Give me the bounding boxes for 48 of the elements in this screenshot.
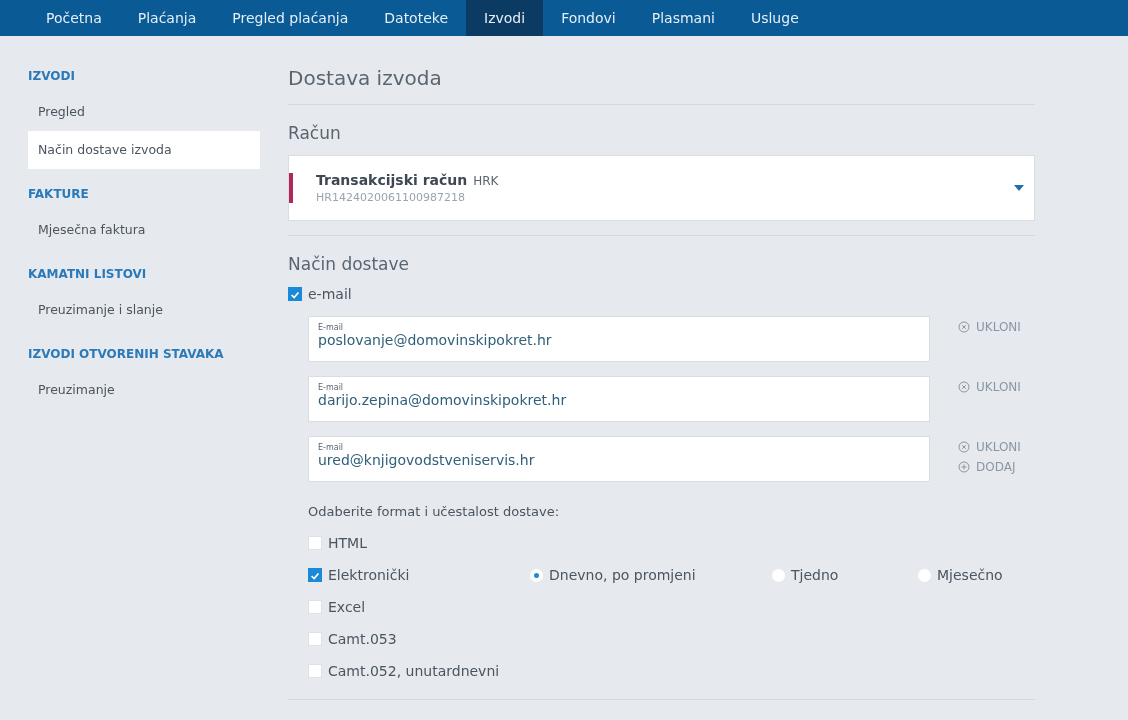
- nav-tab[interactable]: Izvodi: [466, 0, 544, 36]
- account-iban: HR1424020061100987218: [316, 191, 466, 204]
- nav-tab[interactable]: Datoteke: [366, 0, 466, 36]
- radio-button[interactable]: [918, 568, 931, 582]
- x-circle-icon: [958, 321, 970, 333]
- nav-tab[interactable]: Plaćanja: [119, 0, 215, 36]
- nav-tab[interactable]: Početna: [28, 0, 120, 36]
- account-name: Transakcijski račun: [316, 172, 468, 188]
- sidebar-heading: IZVODI: [28, 68, 75, 84]
- radio-button[interactable]: [772, 568, 785, 582]
- section-title: Način dostave: [288, 254, 411, 274]
- account-currency: HRK: [473, 174, 499, 188]
- checkbox[interactable]: [308, 568, 322, 582]
- email-field[interactable]: E-mail poslovanje@domovinskipokret.hr: [308, 316, 930, 362]
- checkbox-label: e-mail: [308, 286, 352, 302]
- sidebar-item[interactable]: Način dostave izvoda: [28, 131, 260, 169]
- checkbox-label: Camt.052, unutardnevni: [328, 663, 500, 679]
- email-field[interactable]: E-mail ured@knjigovodstveniservis.hr: [308, 436, 930, 482]
- nav-tab[interactable]: Plasmani: [633, 0, 733, 36]
- radio-label: Dnevno, po promjeni: [549, 567, 696, 583]
- checkbox[interactable]: [288, 287, 302, 301]
- email-field[interactable]: E-mail darijo.zepina@domovinskipokret.hr: [308, 376, 930, 422]
- checkbox-label: Excel: [328, 599, 366, 615]
- x-circle-icon: [958, 381, 970, 393]
- sidebar-item[interactable]: Preuzimanje: [28, 371, 260, 409]
- sidebar-item[interactable]: Pregled: [28, 93, 260, 131]
- account-stripe: [289, 173, 293, 203]
- format-prompt: Odaberite format i učestalost dostave:: [308, 504, 561, 519]
- nav-tab[interactable]: Pregled plaćanja: [214, 0, 367, 36]
- radio-label: Tjedno: [791, 567, 839, 583]
- sidebar-heading: KAMATNI LISTOVI: [28, 266, 147, 282]
- radio-button[interactable]: [530, 568, 543, 582]
- nav-tab[interactable]: Usluge: [732, 0, 817, 36]
- page-title: Dostava izvoda: [288, 66, 443, 90]
- checkbox-label: Camt.053: [328, 631, 397, 647]
- account-dropdown[interactable]: Transakcijski račun HRK HR1424020061100987218: [288, 155, 1035, 221]
- section-title: Račun: [288, 123, 342, 143]
- caret-icon: [1014, 185, 1024, 191]
- sidebar-heading: FAKTURE: [28, 186, 89, 202]
- checkbox-label: HTML: [328, 535, 367, 551]
- sidebar-heading: IZVODI OTVORENIH STAVAKA: [28, 346, 224, 362]
- sidebar-item[interactable]: Preuzimanje i slanje: [28, 291, 260, 329]
- radio-label: Mjesečno: [937, 567, 1003, 583]
- sidebar-item[interactable]: Mjesečna faktura: [28, 211, 260, 249]
- x-circle-icon: [958, 441, 970, 453]
- checkbox-label: Elektronički: [328, 567, 410, 583]
- plus-circle-icon: [958, 461, 970, 473]
- nav-tab[interactable]: Fondovi: [543, 0, 634, 36]
